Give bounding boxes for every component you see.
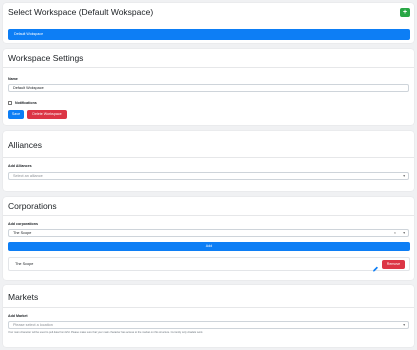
corporations-title: Corporations xyxy=(8,201,57,211)
corporation-name: The Scope xyxy=(15,262,34,266)
add-corporations-label: Add corporations xyxy=(8,222,38,226)
add-alliances-label: Add Alliances xyxy=(8,164,32,168)
alliances-header: Alliances xyxy=(3,131,414,158)
markets-title: Markets xyxy=(8,292,39,302)
alliance-select[interactable]: Select an alliance ▾ xyxy=(8,172,409,180)
corporation-select[interactable]: The Scope × ▾ xyxy=(8,229,409,237)
add-corporation-button[interactable]: Add xyxy=(8,242,410,251)
workspace-item-default[interactable]: Default Wokspace xyxy=(8,29,410,40)
workspace-settings-card: Workspace Settings Name Default Wokspace… xyxy=(3,49,414,125)
workspace-item-label: Default Wokspace xyxy=(14,32,44,36)
alliances-title: Alliances xyxy=(8,140,43,150)
edit-icon[interactable] xyxy=(372,260,379,272)
add-market-label: Add Market xyxy=(8,314,28,318)
alliance-select-placeholder: Select an alliance xyxy=(13,174,43,178)
corporations-header: Corporations xyxy=(3,197,414,216)
chevron-down-icon: ▾ xyxy=(403,174,405,178)
remove-corporation-button[interactable]: Remove xyxy=(382,260,405,269)
corporation-list-item: The Scope Remove xyxy=(8,257,410,272)
markets-header: Markets xyxy=(3,285,414,308)
market-select[interactable]: Please select a location ▾ xyxy=(8,321,409,329)
workspace-settings-header: Workspace Settings xyxy=(3,49,414,68)
market-select-placeholder: Please select a location xyxy=(13,323,53,327)
corporation-selected-chip: The Scope xyxy=(13,231,32,235)
workspace-name-input[interactable]: Default Wokspace xyxy=(8,84,409,92)
select-workspace-title: Select Workspace (Default Wokspace) xyxy=(8,7,154,17)
delete-workspace-button[interactable]: Delete Workspace xyxy=(27,110,67,119)
chevron-down-icon: ▾ xyxy=(403,323,405,327)
alliances-card: Alliances Add Alliances Select an allian… xyxy=(3,131,414,191)
name-label: Name xyxy=(8,77,18,81)
notifications-label: Notifications xyxy=(15,100,37,105)
corporations-card: Corporations Add corporations The Scope … xyxy=(3,197,414,280)
market-help-text: Your main character will be used to pull… xyxy=(8,330,204,334)
chevron-down-icon: ▾ xyxy=(403,231,405,235)
plus-icon: + xyxy=(402,9,408,16)
select-workspace-card: Select Workspace (Default Wokspace) + De… xyxy=(3,3,414,43)
add-workspace-button[interactable]: + xyxy=(400,8,410,17)
notifications-checkbox[interactable] xyxy=(8,101,12,105)
markets-card: Markets Add Market Please select a locat… xyxy=(3,285,414,347)
clear-icon[interactable]: × xyxy=(394,230,396,236)
save-button[interactable]: Save xyxy=(8,110,24,119)
workspace-settings-title: Workspace Settings xyxy=(8,53,84,63)
